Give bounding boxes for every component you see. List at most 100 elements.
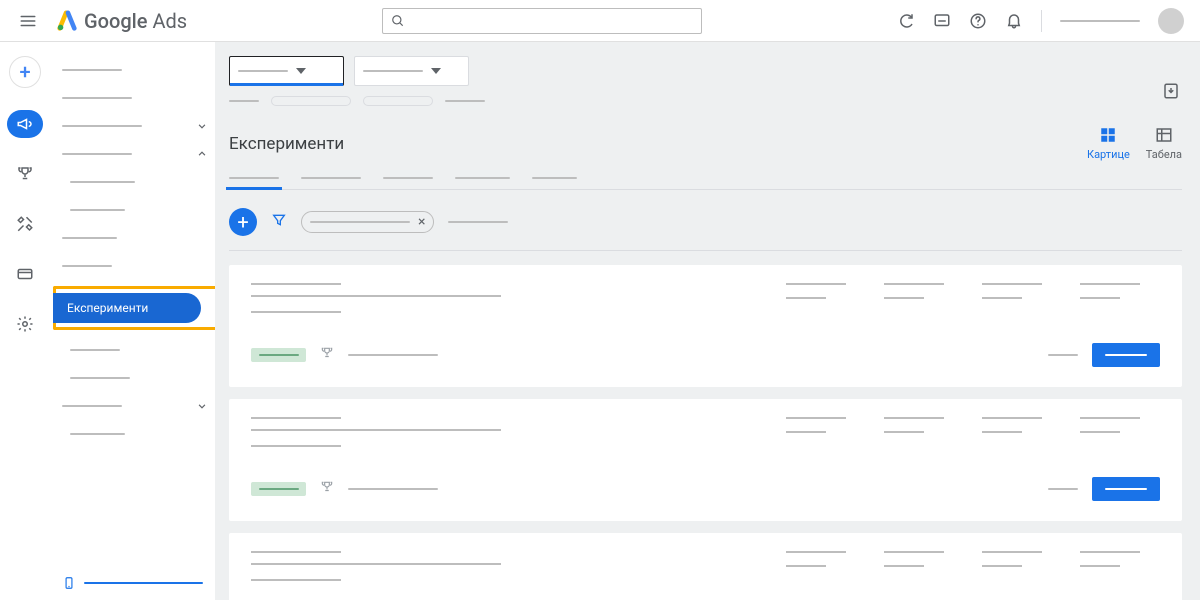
experiment-card[interactable] xyxy=(229,265,1182,387)
plus-icon: + xyxy=(237,210,248,234)
view-cards-toggle[interactable]: Картице xyxy=(1087,126,1130,161)
experiment-card[interactable] xyxy=(229,399,1182,521)
card-metrics xyxy=(786,283,1160,313)
card-icon xyxy=(16,265,34,283)
search-input[interactable] xyxy=(411,13,693,28)
status-tag xyxy=(251,348,306,362)
card-metrics xyxy=(786,417,1160,447)
create-button[interactable]: + xyxy=(9,56,41,88)
nav-item-experiments[interactable]: Експерименти xyxy=(53,293,201,323)
nav-item[interactable] xyxy=(50,140,215,168)
nav-item[interactable] xyxy=(50,84,215,112)
nav-item[interactable] xyxy=(50,224,215,252)
messages-button[interactable] xyxy=(933,12,951,30)
trophy-icon xyxy=(320,346,334,364)
metric xyxy=(884,417,964,447)
card-summary xyxy=(251,417,671,447)
remove-filter-button[interactable]: × xyxy=(418,214,425,230)
chevron-down-icon xyxy=(195,399,209,413)
dropdown-icon xyxy=(296,68,306,74)
trophy-icon xyxy=(16,165,34,183)
plus-icon: + xyxy=(19,60,30,84)
metric xyxy=(786,283,866,313)
breadcrumb-chip[interactable] xyxy=(363,96,433,106)
app-header: Google Ads xyxy=(0,0,1200,42)
rail-admin[interactable] xyxy=(7,310,43,338)
page-header: Експерименти Картице Табела xyxy=(229,126,1182,161)
breadcrumb-item[interactable] xyxy=(229,100,259,102)
separator xyxy=(1041,10,1042,32)
product-logo[interactable]: Google Ads xyxy=(56,9,187,33)
subtab[interactable] xyxy=(532,177,577,189)
status-tag xyxy=(251,482,306,496)
add-experiment-button[interactable]: + xyxy=(229,208,257,236)
subtab[interactable] xyxy=(383,177,433,189)
metric xyxy=(786,417,866,447)
add-filter-hint[interactable] xyxy=(448,221,508,223)
metric xyxy=(884,283,964,313)
search-icon xyxy=(391,14,405,28)
search-wrap xyxy=(187,8,897,34)
subtab[interactable] xyxy=(455,177,510,189)
view-table-toggle[interactable]: Табела xyxy=(1146,126,1182,161)
shell: + Експерименти xyxy=(0,42,1200,600)
nav-subitem[interactable] xyxy=(50,336,215,364)
nav-subitem[interactable] xyxy=(50,196,215,224)
device-icon xyxy=(62,576,76,590)
nav-item[interactable] xyxy=(50,56,215,84)
nav-subitem[interactable] xyxy=(50,420,215,448)
subtab[interactable] xyxy=(229,177,279,189)
icon-rail: + xyxy=(0,42,50,600)
primary-action-button[interactable] xyxy=(1092,343,1160,367)
view-toggles: Картице Табела xyxy=(1087,126,1182,161)
search-box[interactable] xyxy=(382,8,702,34)
tools-icon xyxy=(16,215,34,233)
ads-logo-icon xyxy=(56,10,78,32)
primary-action-button[interactable] xyxy=(1092,477,1160,501)
metric xyxy=(1080,551,1160,581)
metric xyxy=(786,551,866,581)
main-menu-button[interactable] xyxy=(16,9,40,33)
rail-billing[interactable] xyxy=(7,260,43,288)
subtab[interactable] xyxy=(301,177,361,189)
hamburger-icon xyxy=(19,12,37,30)
metric xyxy=(982,417,1062,447)
nav-item[interactable] xyxy=(50,252,215,280)
experiments-card-list xyxy=(229,265,1182,600)
refresh-button[interactable] xyxy=(897,12,915,30)
highlight-frame: Експерименти xyxy=(53,286,215,330)
active-filter-chip[interactable]: × xyxy=(301,211,434,233)
winner-text-placeholder xyxy=(348,354,438,356)
help-button[interactable] xyxy=(969,12,987,30)
metric xyxy=(1080,283,1160,313)
trophy-icon xyxy=(320,480,334,498)
breadcrumb-chip[interactable] xyxy=(271,96,351,106)
rail-tools[interactable] xyxy=(7,210,43,238)
experiment-card[interactable] xyxy=(229,533,1182,600)
account-scope-select[interactable] xyxy=(229,56,344,86)
header-tools xyxy=(897,8,1184,34)
nav-item[interactable] xyxy=(50,392,215,420)
account-name-placeholder[interactable] xyxy=(1060,20,1140,22)
main-content: Експерименти Картице Табела + xyxy=(215,42,1200,600)
download-button[interactable] xyxy=(1162,82,1182,102)
filter-button[interactable] xyxy=(271,212,287,232)
rail-goals[interactable] xyxy=(7,160,43,188)
notifications-button[interactable] xyxy=(1005,12,1023,30)
breadcrumbs xyxy=(229,96,1182,106)
megaphone-icon xyxy=(16,115,34,133)
secondary-action-placeholder[interactable] xyxy=(1048,488,1078,490)
product-name: Google Ads xyxy=(84,9,187,33)
account-avatar[interactable] xyxy=(1158,8,1184,34)
nav-bottom-link[interactable] xyxy=(50,576,215,600)
breadcrumb-item[interactable] xyxy=(445,100,485,102)
nav-subitem[interactable] xyxy=(50,168,215,196)
nav-subitem[interactable] xyxy=(50,364,215,392)
metric xyxy=(982,283,1062,313)
card-metrics xyxy=(786,551,1160,581)
secondary-action-placeholder[interactable] xyxy=(1048,354,1078,356)
rail-campaigns[interactable] xyxy=(7,110,43,138)
filter-bar: + × xyxy=(229,208,1182,251)
metric xyxy=(1080,417,1160,447)
nav-item[interactable] xyxy=(50,112,215,140)
